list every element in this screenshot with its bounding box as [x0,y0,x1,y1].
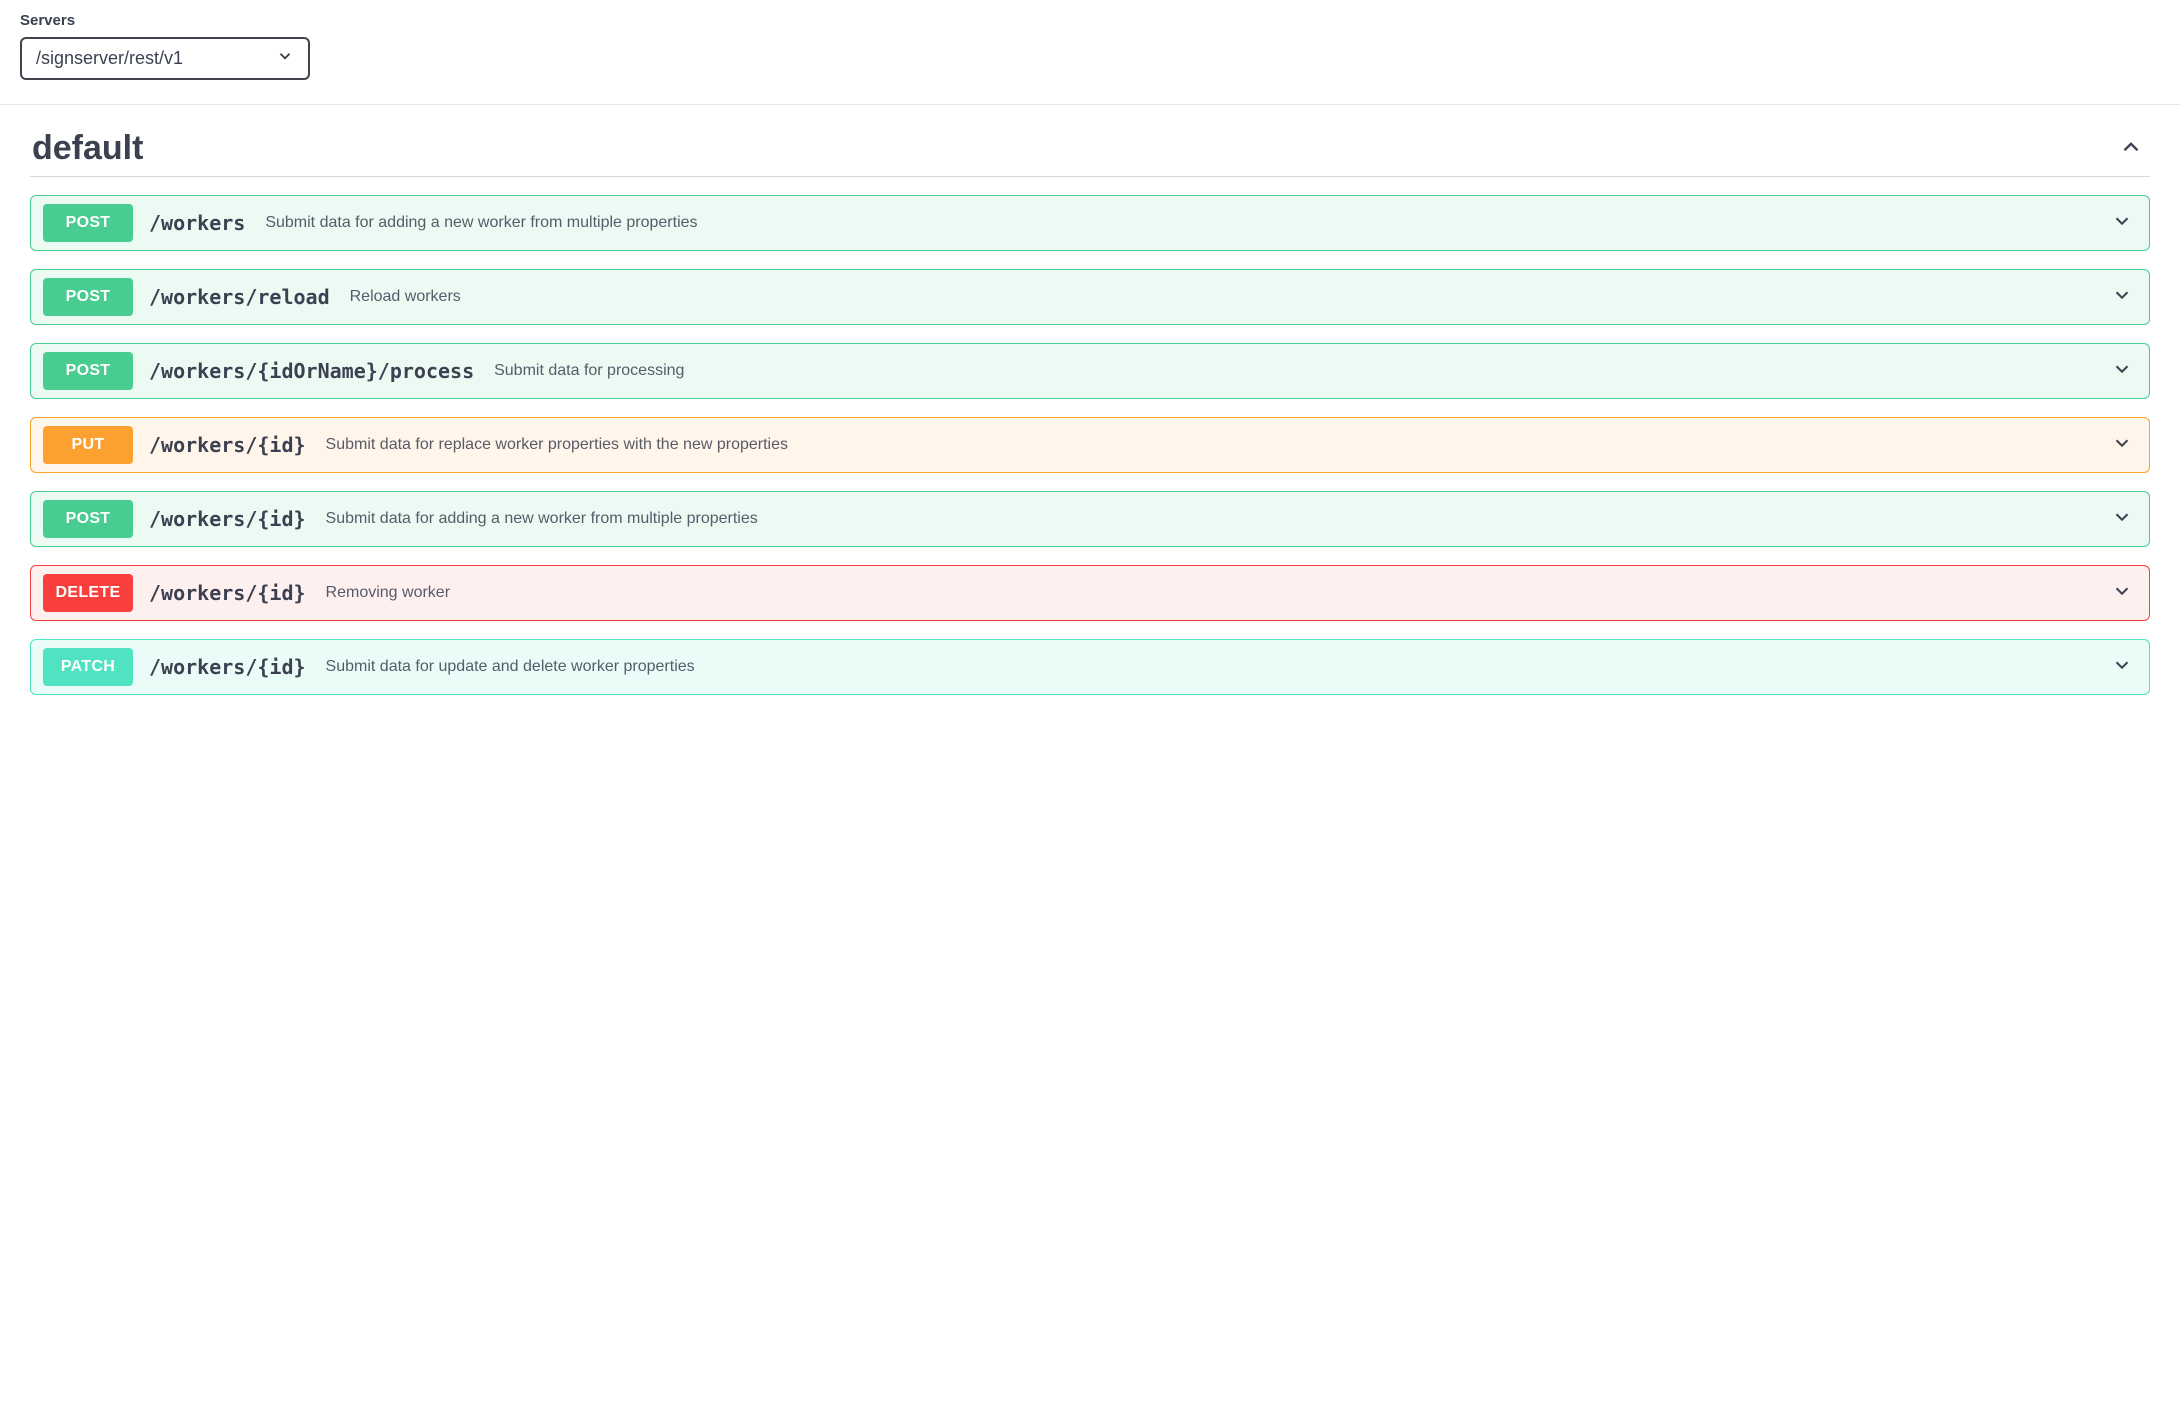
chevron-down-icon [2111,506,2137,533]
operation-path: /workers/{id} [149,507,306,531]
method-badge: PUT [43,426,133,464]
operation-summary: Submit data for adding a new worker from… [261,214,2095,232]
chevron-down-icon [2111,358,2137,385]
chevron-down-icon [2111,284,2137,311]
operation-row[interactable]: POST /workers/{id} Submit data for addin… [30,491,2150,547]
section-header[interactable]: default [30,129,2150,177]
operation-path: /workers/{id} [149,433,306,457]
operation-summary: Submit data for replace worker propertie… [322,436,2095,454]
chevron-up-icon [2118,134,2144,163]
method-badge: PATCH [43,648,133,686]
server-select[interactable]: /signserver/rest/v1 [20,37,310,80]
operation-summary: Submit data for update and delete worker… [322,658,2095,676]
method-badge: POST [43,278,133,316]
operation-path: /workers/{idOrName}/process [149,359,474,383]
method-badge: DELETE [43,574,133,612]
operation-path: /workers/{id} [149,581,306,605]
section-title: default [32,129,143,168]
servers-block: Servers /signserver/rest/v1 [20,12,2160,104]
operation-row[interactable]: POST /workers/reload Reload workers [30,269,2150,325]
operation-row[interactable]: PUT /workers/{id} Submit data for replac… [30,417,2150,473]
chevron-down-icon [2111,580,2137,607]
operation-row[interactable]: POST /workers Submit data for adding a n… [30,195,2150,251]
servers-label: Servers [20,12,2160,29]
method-badge: POST [43,352,133,390]
operation-row[interactable]: POST /workers/{idOrName}/process Submit … [30,343,2150,399]
chevron-down-icon [2111,210,2137,237]
server-select-value: /signserver/rest/v1 [36,48,183,69]
operation-path: /workers/reload [149,285,330,309]
operation-row[interactable]: PATCH /workers/{id} Submit data for upda… [30,639,2150,695]
operation-summary: Submit data for processing [490,362,2095,380]
chevron-down-icon [2111,432,2137,459]
api-section: default POST /workers Submit data for ad… [20,105,2160,695]
method-badge: POST [43,204,133,242]
operation-summary: Removing worker [322,584,2095,602]
operation-summary: Reload workers [346,288,2095,306]
method-badge: POST [43,500,133,538]
operation-path: /workers [149,211,245,235]
chevron-down-icon [276,47,294,70]
operation-summary: Submit data for adding a new worker from… [322,510,2095,528]
operation-path: /workers/{id} [149,655,306,679]
chevron-down-icon [2111,654,2137,681]
operations-list: POST /workers Submit data for adding a n… [30,195,2150,695]
operation-row[interactable]: DELETE /workers/{id} Removing worker [30,565,2150,621]
